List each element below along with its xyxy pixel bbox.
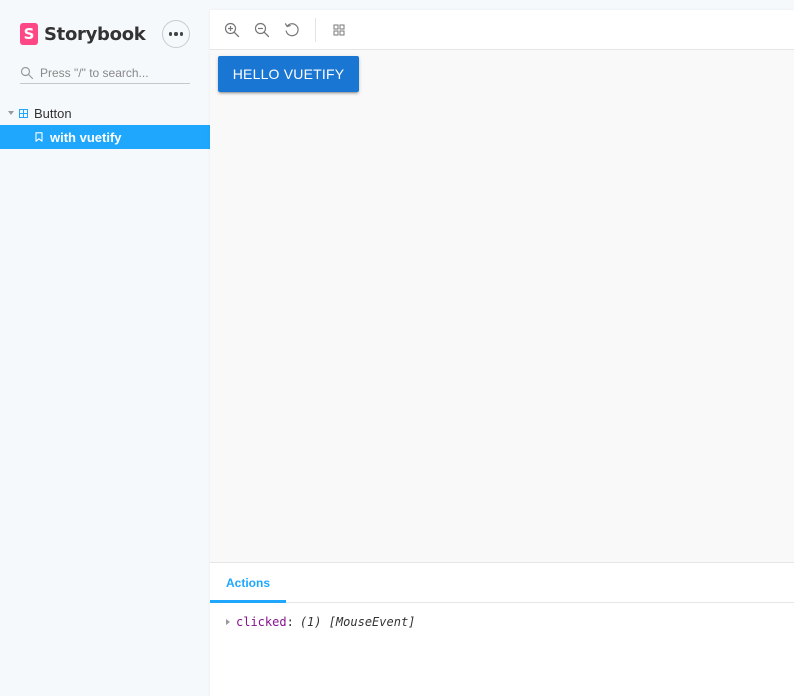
search-box[interactable] (20, 62, 190, 84)
sidebar-item-label: with vuetify (50, 129, 122, 145)
zoom-reset-icon (284, 23, 299, 37)
bookmark-icon (35, 132, 43, 142)
action-log-row[interactable]: clicked: (1) [MouseEvent] (226, 614, 415, 630)
storybook-logo-icon: S (20, 23, 38, 45)
action-separator: : (286, 615, 294, 629)
sidebar-item-button[interactable]: Button (0, 101, 210, 125)
more-options-button[interactable] (162, 20, 190, 48)
ellipsis-icon (168, 32, 184, 36)
action-args: (1) [MouseEvent] (299, 615, 416, 629)
chevron-right-icon[interactable] (226, 619, 230, 625)
brand[interactable]: S Storybook (20, 22, 146, 46)
sidebar-item-with-vuetify[interactable]: with vuetify (0, 125, 210, 149)
zoom-out-button[interactable] (254, 22, 270, 38)
component-icon (19, 108, 28, 118)
action-name: clicked (236, 615, 287, 629)
hello-vuetify-button[interactable]: HELLO VUETIFY (218, 56, 359, 92)
zoom-out-icon (254, 22, 270, 38)
toolbar (210, 10, 794, 50)
sidebar: S Storybook Button with vuetify (0, 0, 210, 696)
tab-actions[interactable]: Actions (210, 563, 286, 603)
preview-area: HELLO VUETIFY Actions clicked: (1) [Mous… (210, 10, 794, 696)
sidebar-item-label: Button (34, 105, 72, 121)
zoom-in-icon (224, 22, 240, 38)
story-canvas: HELLO VUETIFY (210, 50, 794, 562)
grid-toggle-button[interactable] (331, 22, 347, 38)
zoom-in-button[interactable] (224, 22, 240, 38)
brand-name: Storybook (44, 23, 146, 45)
zoom-reset-button[interactable] (284, 22, 300, 38)
addons-panel: Actions clicked: (1) [MouseEvent] (210, 562, 794, 696)
grid-icon (333, 24, 345, 36)
search-icon (20, 66, 34, 79)
panel-tabs: Actions (210, 563, 794, 603)
toolbar-divider (315, 18, 316, 42)
chevron-down-icon[interactable] (8, 111, 14, 115)
search-input[interactable] (40, 65, 185, 80)
